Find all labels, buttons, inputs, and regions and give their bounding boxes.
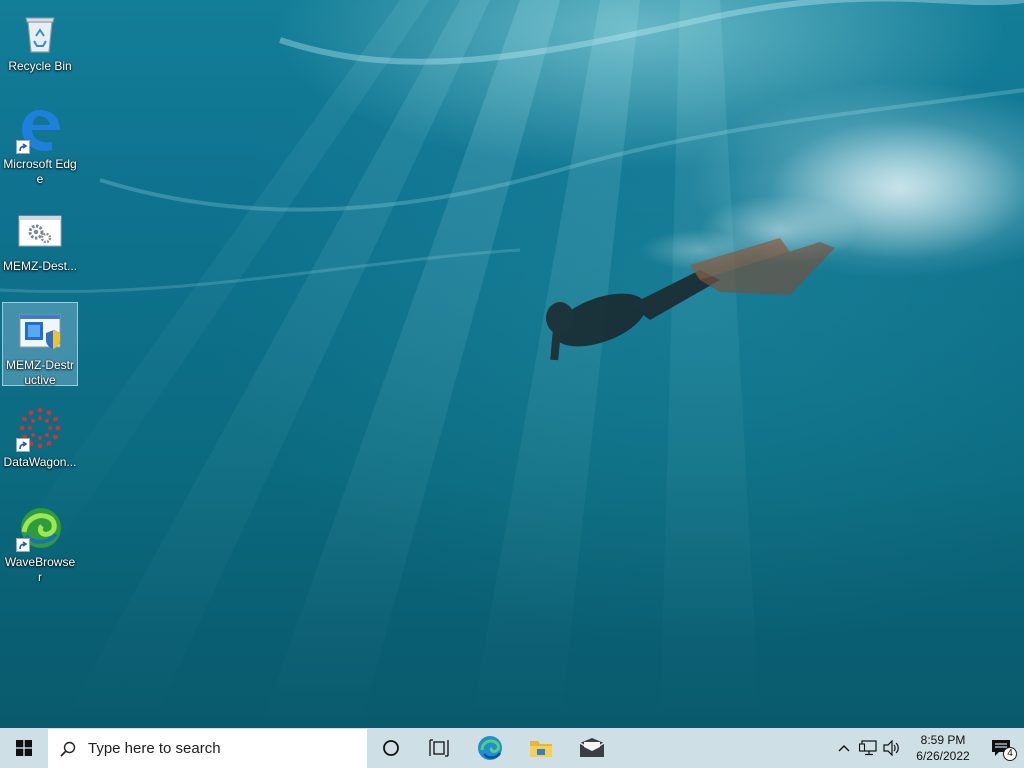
- taskbar: Type here to search 8:59 PM 6/26/2022 4: [0, 728, 1024, 768]
- chevron-up-icon: [838, 745, 850, 752]
- recycle-bin-icon: [16, 8, 64, 56]
- desktop-icon-label: MEMZ-Destructive: [6, 358, 74, 387]
- desktop-icon-label: DataWagon...: [3, 455, 77, 469]
- taskbar-mail-button[interactable]: [568, 728, 616, 768]
- notification-count-badge: 4: [1003, 747, 1017, 761]
- file-explorer-icon: [530, 741, 552, 757]
- desktop-wallpaper: [0, 0, 1024, 728]
- desktop-icon-memz-dest[interactable]: MEMZ-Dest...: [2, 204, 78, 280]
- desktop-icon-wavebrowser[interactable]: WaveBrowser: [2, 500, 78, 584]
- clock-time: 8:59 PM: [920, 733, 966, 747]
- desktop-icon-label: Microsoft Edge: [3, 157, 77, 186]
- clock-date: 6/26/2022: [916, 749, 970, 763]
- edge-legacy-icon: [16, 106, 64, 154]
- shortcut-arrow-icon: [16, 140, 30, 154]
- taskbar-search-box[interactable]: Type here to search: [48, 728, 367, 768]
- volume-button[interactable]: [880, 728, 904, 768]
- gears-window-icon: [16, 208, 64, 256]
- action-center-button[interactable]: 4: [978, 728, 1024, 768]
- wavebrowser-icon: [16, 504, 64, 552]
- desktop-icon-label: MEMZ-Dest...: [3, 259, 77, 273]
- taskbar-clock[interactable]: 8:59 PM 6/26/2022: [908, 732, 978, 764]
- start-button[interactable]: [0, 728, 48, 768]
- taskbar-file-explorer-button[interactable]: [517, 728, 565, 768]
- cortana-button[interactable]: [367, 728, 415, 768]
- taskbar-edge-button[interactable]: [466, 728, 514, 768]
- task-view-button[interactable]: [415, 728, 463, 768]
- show-hidden-icons-button[interactable]: [832, 728, 856, 768]
- shortcut-arrow-icon: [16, 438, 30, 452]
- installer-shield-icon: [16, 307, 64, 355]
- task-view-icon: [429, 739, 449, 757]
- desktop-icon-datawagon[interactable]: DataWagon...: [2, 400, 78, 476]
- desktop-icon-recycle-bin[interactable]: Recycle Bin: [2, 4, 78, 80]
- windows-logo-icon: [16, 740, 32, 756]
- network-button[interactable]: [856, 728, 880, 768]
- desktop-icon-label: Recycle Bin: [8, 59, 72, 73]
- system-tray: 8:59 PM 6/26/2022 4: [832, 728, 1024, 768]
- underwater-scene: [0, 0, 1024, 728]
- search-placeholder: Type here to search: [88, 740, 221, 757]
- desktop-icon-memz-destructive[interactable]: MEMZ-Destructive: [2, 302, 78, 387]
- network-icon: [859, 740, 877, 756]
- search-icon: [60, 741, 76, 757]
- edge-icon: [478, 736, 502, 760]
- mail-icon: [579, 738, 605, 757]
- desktop-icon-label: WaveBrowser: [4, 555, 76, 584]
- shortcut-arrow-icon: [16, 538, 30, 552]
- cortana-icon: [383, 740, 399, 756]
- desktop-icon-microsoft-edge[interactable]: Microsoft Edge: [2, 102, 78, 192]
- speaker-icon: [883, 740, 899, 756]
- red-dots-circle-icon: [16, 404, 64, 452]
